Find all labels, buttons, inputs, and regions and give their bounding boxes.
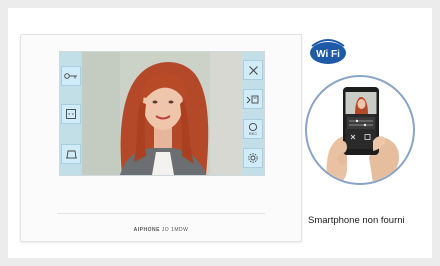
smartphone-illustration	[305, 75, 415, 185]
rec-label: REC	[248, 131, 258, 136]
hand-holding-phone-image	[326, 87, 399, 183]
wifi-logo: Wi Fi	[310, 39, 346, 64]
key-icon[interactable]	[61, 66, 81, 86]
monitor-divider	[57, 213, 265, 214]
close-icon[interactable]	[243, 60, 263, 80]
light-icon[interactable]	[61, 144, 81, 164]
svg-text:Wi Fi: Wi Fi	[316, 49, 340, 60]
brand-name: AIPHONE	[133, 227, 160, 233]
settings-icon[interactable]	[243, 148, 263, 168]
visitor-video-image	[60, 52, 264, 175]
record-icon[interactable]: REC	[243, 119, 263, 139]
video-monitor: REC AIPHONE JO 1MDW	[20, 34, 302, 242]
right-button-column: REC	[242, 52, 264, 175]
smartphone-caption: Smartphone non fourni	[308, 215, 405, 226]
monitor-screen: REC	[59, 51, 265, 176]
brand-model: JO 1MDW	[161, 227, 189, 233]
monitor-brand: AIPHONE JO 1MDW	[21, 227, 301, 233]
left-button-column	[60, 52, 82, 175]
transfer-icon[interactable]	[243, 89, 263, 109]
door-release-icon[interactable]	[61, 104, 81, 124]
